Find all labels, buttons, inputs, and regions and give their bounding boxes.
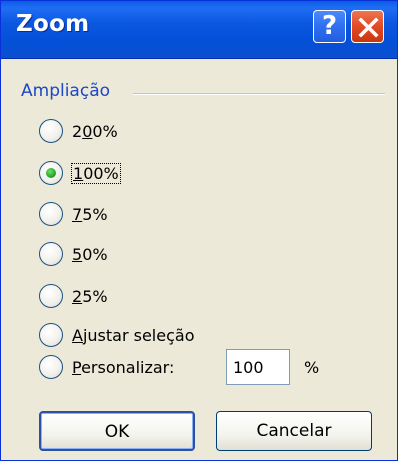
radio-label: 200% (72, 121, 118, 141)
radio-button[interactable] (39, 202, 63, 226)
radio-option-75[interactable]: 75% (39, 201, 108, 227)
percent-unit-label: % (304, 358, 320, 377)
radio-button[interactable] (39, 161, 63, 185)
radio-option-100[interactable]: 100% (39, 160, 121, 186)
radio-label: Personalizar: (72, 357, 175, 377)
radio-button[interactable] (39, 284, 63, 308)
zoom-dialog: Zoom ? Ampliação 200% 100% 75% 50% 25% A… (0, 0, 398, 461)
radio-label: 25% (72, 286, 108, 306)
help-icon: ? (321, 11, 338, 41)
radio-label: 50% (72, 244, 108, 264)
radio-selected-dot (46, 168, 56, 178)
radio-label: 100% (71, 162, 121, 184)
radio-button[interactable] (39, 242, 63, 266)
close-icon (358, 17, 379, 38)
radio-option-25[interactable]: 25% (39, 283, 108, 309)
custom-zoom-input[interactable] (226, 349, 290, 385)
radio-button[interactable] (39, 323, 63, 347)
radio-option-fit-selection[interactable]: Ajustar seleção (39, 322, 194, 348)
radio-button[interactable] (39, 355, 63, 379)
radio-button[interactable] (39, 119, 63, 143)
group-legend: Ampliação (21, 81, 117, 101)
radio-label: 75% (72, 204, 108, 224)
radio-option-200[interactable]: 200% (39, 118, 118, 144)
ok-button[interactable]: OK (39, 411, 195, 451)
radio-option-50[interactable]: 50% (39, 241, 108, 267)
title-bar[interactable]: Zoom ? (1, 1, 397, 59)
group-divider (133, 93, 385, 95)
help-button[interactable]: ? (313, 10, 346, 43)
dialog-title: Zoom (16, 11, 90, 37)
cancel-button[interactable]: Cancelar (216, 411, 372, 451)
radio-option-custom[interactable]: Personalizar: (39, 354, 174, 380)
close-button[interactable] (351, 10, 384, 43)
radio-label: Ajustar seleção (72, 325, 195, 345)
